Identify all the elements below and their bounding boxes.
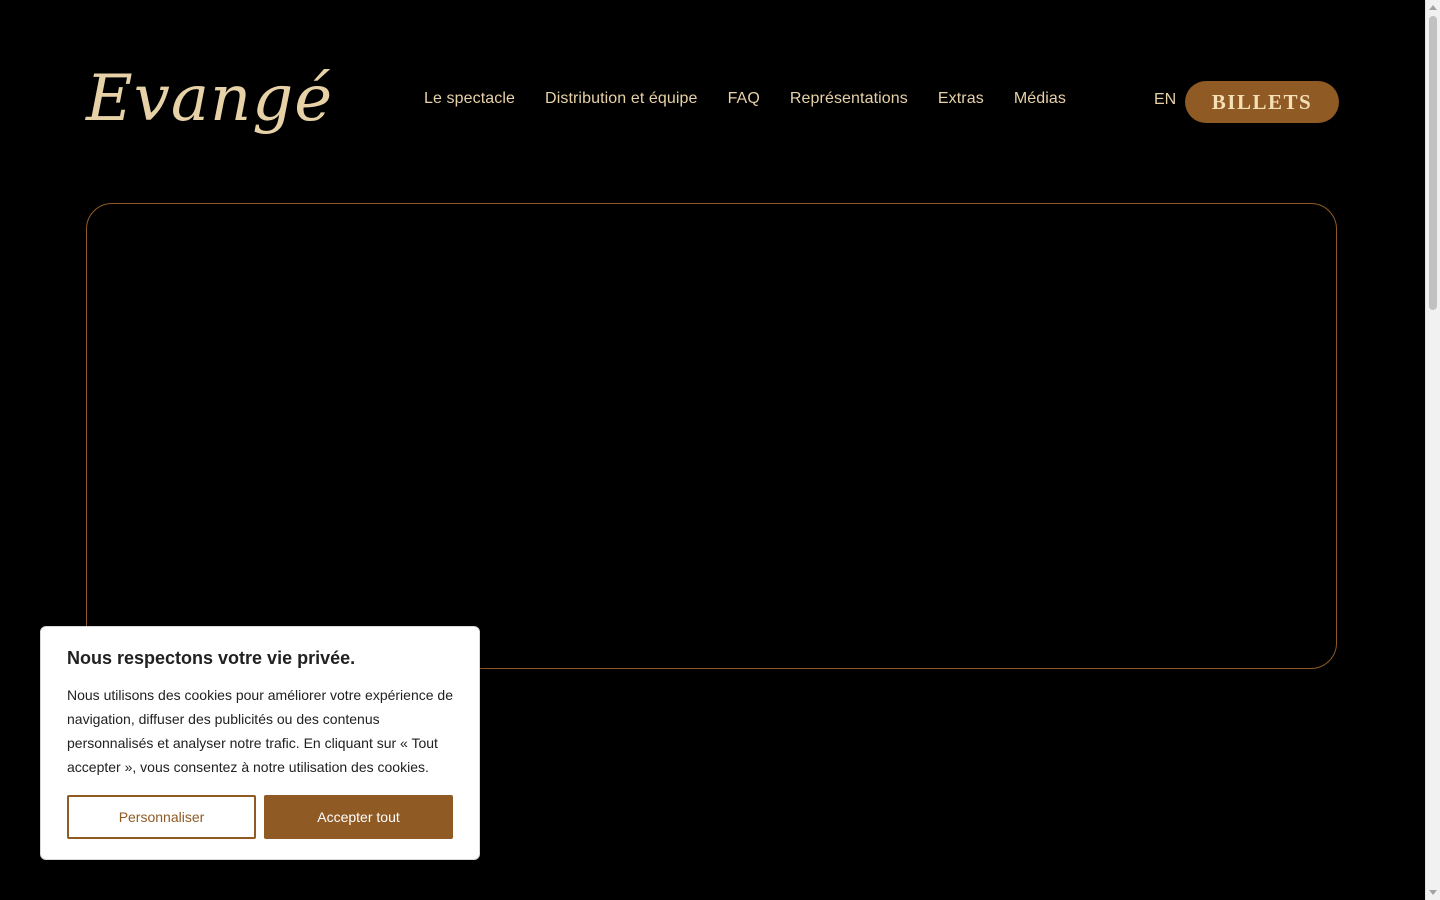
accept-all-cookies-button[interactable]: Accepter tout (264, 795, 453, 839)
logo-text: Evangéline (85, 62, 334, 136)
cookie-consent-banner: Nous respectons votre vie privée. Nous u… (40, 626, 480, 860)
cookie-banner-title: Nous respectons votre vie privée. (67, 648, 356, 668)
scroll-up-arrow-icon[interactable] (1429, 5, 1437, 10)
page: Evangéline Le spectacle Distribution et … (0, 0, 1440, 900)
nav-item-medias[interactable]: Médias (1014, 90, 1066, 108)
language-switch-link[interactable]: EN (1154, 91, 1176, 109)
logo-wordmark-icon: Evangéline (85, 62, 334, 136)
nav-item-extras[interactable]: Extras (938, 90, 984, 108)
hero-media-frame (86, 203, 1337, 669)
nav-item-representations[interactable]: Représentations (790, 90, 908, 108)
customize-cookies-button[interactable]: Personnaliser (67, 795, 256, 839)
nav-item-faq[interactable]: FAQ (728, 90, 760, 108)
main-nav: Le spectacle Distribution et équipe FAQ … (424, 90, 1066, 108)
scrollbar-thumb[interactable] (1429, 16, 1437, 310)
cookie-banner-text: Nous utilisons des cookies pour améliore… (67, 687, 453, 775)
nav-item-le-spectacle[interactable]: Le spectacle (424, 90, 515, 108)
tickets-button[interactable]: BILLETS (1185, 81, 1339, 123)
page-scrollbar[interactable] (1425, 0, 1440, 900)
nav-item-distribution[interactable]: Distribution et équipe (545, 90, 698, 108)
scroll-down-arrow-icon[interactable] (1429, 890, 1437, 895)
site-logo[interactable]: Evangéline (84, 42, 334, 154)
